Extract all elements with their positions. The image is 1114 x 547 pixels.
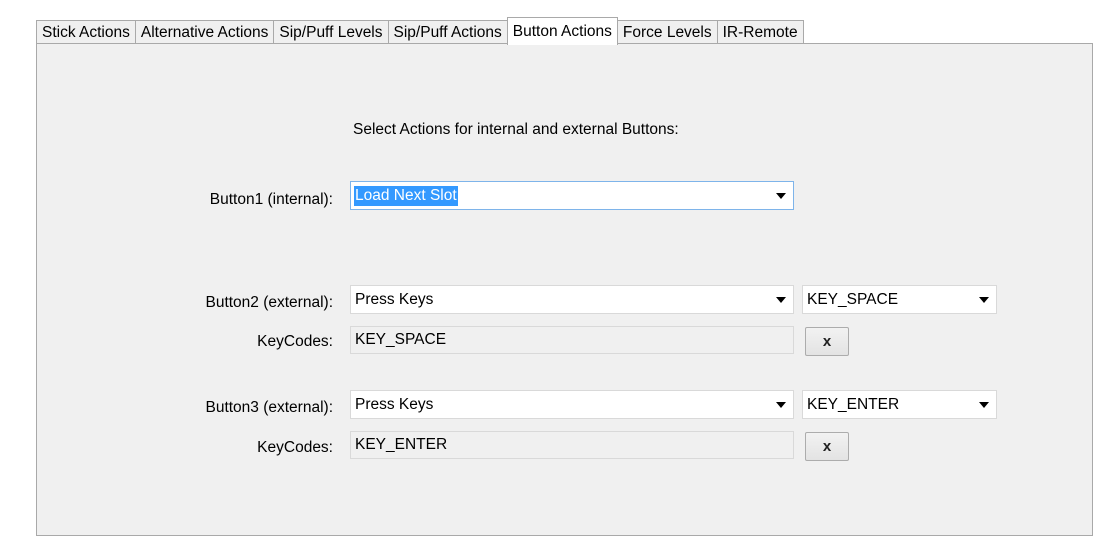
button3-action-value: Press Keys (355, 395, 434, 413)
tab-button-actions[interactable]: Button Actions (506, 17, 618, 45)
button2-clear-button[interactable]: x (805, 327, 849, 356)
button1-label: Button1 (internal): (209, 191, 333, 208)
tab-sip-puff-actions[interactable]: Sip/Puff Actions (387, 20, 507, 44)
button2-key-value: KEY_SPACE (807, 290, 899, 308)
button3-action-select[interactable]: Press Keys (350, 390, 794, 419)
button3-keycodes-field: KEY_ENTER (350, 431, 794, 459)
button3-key-select[interactable]: KEY_ENTER (802, 390, 997, 419)
tab-ir-remote[interactable]: IR-Remote (716, 20, 804, 44)
button2-key-select[interactable]: KEY_SPACE (802, 285, 997, 314)
button2-label: Button2 (external): (205, 294, 333, 311)
chevron-down-icon[interactable] (769, 391, 793, 418)
chevron-down-icon[interactable] (972, 286, 996, 313)
button2-action-select[interactable]: Press Keys (350, 285, 794, 314)
button-actions-panel: Select Actions for internal and external… (36, 43, 1093, 536)
tab-force-levels[interactable]: Force Levels (617, 20, 717, 44)
chevron-down-icon[interactable] (972, 391, 996, 418)
button3-label: Button3 (external): (205, 399, 333, 416)
tab-alternative-actions[interactable]: Alternative Actions (134, 20, 274, 44)
tab-stick-actions[interactable]: Stick Actions (36, 20, 135, 44)
button3-key-value: KEY_ENTER (807, 395, 900, 413)
button1-action-value: Load Next Slot (354, 185, 458, 206)
tab-sip-puff-levels[interactable]: Sip/Puff Levels (273, 20, 388, 44)
chevron-down-icon[interactable] (769, 182, 793, 209)
button1-action-select[interactable]: Load Next Slot (350, 181, 794, 210)
section-heading: Select Actions for internal and external… (353, 121, 679, 138)
button2-keycodes-label: KeyCodes: (257, 333, 333, 350)
button3-keycodes-label: KeyCodes: (257, 439, 333, 456)
button3-clear-button[interactable]: x (805, 432, 849, 461)
chevron-down-icon[interactable] (769, 286, 793, 313)
button2-keycodes-field: KEY_SPACE (350, 326, 794, 354)
button2-action-value: Press Keys (355, 290, 434, 308)
tab-strip: Stick Actions Alternative Actions Sip/Pu… (36, 17, 804, 45)
